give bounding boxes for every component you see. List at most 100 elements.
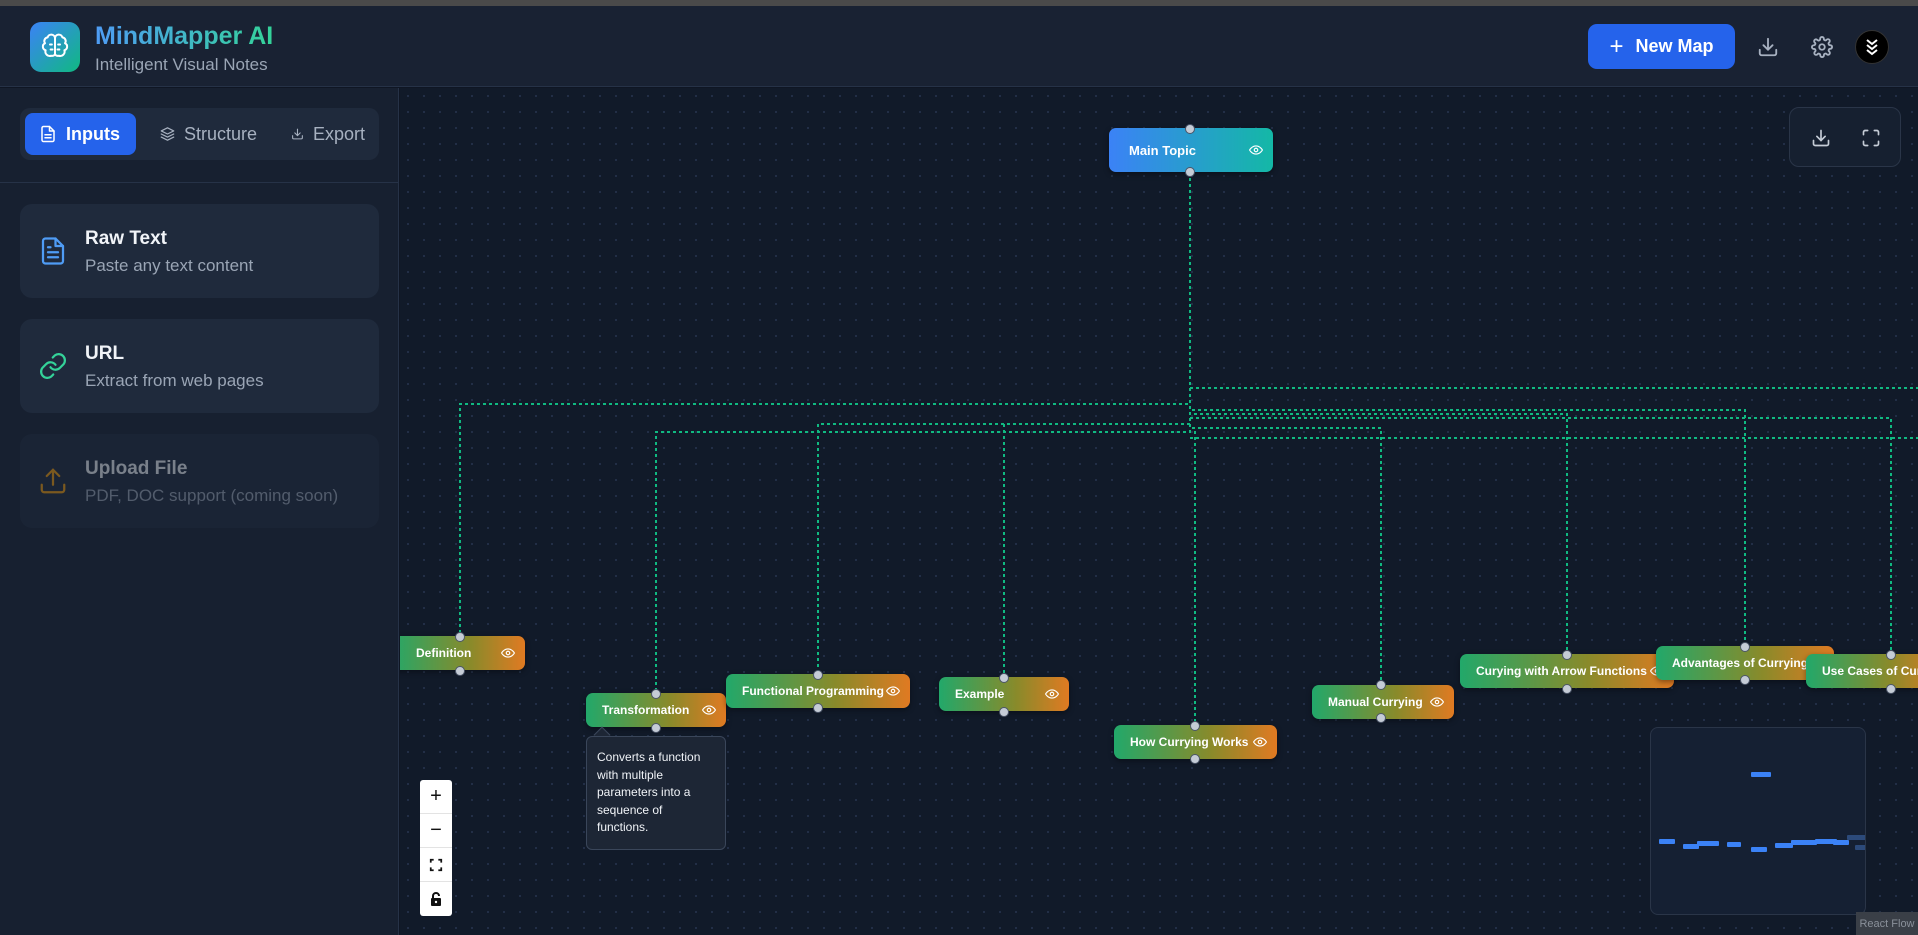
- node-handle[interactable]: [999, 707, 1009, 717]
- input-card-raw-text[interactable]: Raw Text Paste any text content: [20, 204, 379, 298]
- upload-icon: [40, 468, 66, 494]
- node-handle[interactable]: [1185, 167, 1195, 177]
- download-icon[interactable]: [1806, 123, 1836, 153]
- minimap[interactable]: [1650, 727, 1866, 915]
- card-title: URL: [85, 343, 125, 364]
- minimap-node: [1751, 847, 1767, 852]
- mindmap-canvas[interactable]: Main Topic Definition Transformation Fun…: [400, 88, 1918, 935]
- eye-icon[interactable]: [1249, 145, 1263, 155]
- plus-icon: +: [1609, 32, 1624, 60]
- node-handle[interactable]: [1562, 650, 1572, 660]
- sidebar-divider: [0, 182, 399, 183]
- input-card-url[interactable]: URL Extract from web pages: [20, 319, 379, 413]
- eye-icon[interactable]: [1045, 689, 1059, 699]
- eye-icon[interactable]: [702, 705, 716, 715]
- document-icon: [41, 237, 65, 265]
- node-handle[interactable]: [813, 703, 823, 713]
- node-label: Example: [955, 687, 1005, 701]
- app-header: MindMapper AI Intelligent Visual Notes +…: [0, 6, 1918, 87]
- edge-transformation: [655, 172, 1191, 696]
- plus-icon: +: [430, 785, 442, 807]
- node-handle[interactable]: [1190, 721, 1200, 731]
- user-avatar[interactable]: [1855, 30, 1889, 64]
- node-label: Main Topic: [1129, 142, 1196, 158]
- node-handle[interactable]: [1740, 675, 1750, 685]
- eye-icon[interactable]: [886, 686, 900, 696]
- fit-view-button[interactable]: [420, 848, 452, 882]
- edge-use-cases-drop: [1190, 417, 1892, 656]
- sidebar-tabs: Inputs Structure Export: [20, 108, 379, 160]
- node-label: Functional Programming: [742, 684, 885, 698]
- node-handle[interactable]: [455, 666, 465, 676]
- edge-manual-currying: [1189, 172, 1382, 684]
- node-label: Curying with Arrow Functions: [1476, 664, 1647, 678]
- eye-icon[interactable]: [1430, 697, 1444, 707]
- app-subtitle: Intelligent Visual Notes: [95, 55, 268, 74]
- eye-icon[interactable]: [1253, 737, 1267, 747]
- fullscreen-icon[interactable]: [1856, 123, 1886, 153]
- card-subtitle: PDF, DOC support (coming soon): [85, 486, 339, 505]
- edge-arrow-functions: [1189, 172, 1568, 656]
- edge-how-currying-works: [1189, 172, 1196, 726]
- tab-inputs[interactable]: Inputs: [25, 113, 136, 155]
- minimap-node: [1833, 840, 1849, 845]
- zoom-controls: + −: [420, 780, 452, 916]
- minimap-node: [1751, 772, 1771, 777]
- node-handle[interactable]: [999, 673, 1009, 683]
- node-handle[interactable]: [651, 723, 661, 733]
- node-handle[interactable]: [455, 632, 465, 642]
- lock-button[interactable]: [420, 882, 452, 916]
- new-map-button[interactable]: + New Map: [1588, 24, 1735, 69]
- node-label: Manual Currying: [1328, 695, 1423, 709]
- input-card-upload-file: Upload File PDF, DOC support (coming soo…: [20, 434, 379, 528]
- minimap-node: [1791, 840, 1817, 845]
- gear-icon[interactable]: [1807, 32, 1837, 62]
- node-main-topic[interactable]: Main Topic: [1109, 128, 1273, 172]
- node-tooltip: Converts a function with multiple parame…: [586, 736, 726, 850]
- node-label: Advantages of Currying: [1672, 656, 1809, 670]
- card-title: Raw Text: [85, 228, 168, 249]
- node-use-cases-of-curry[interactable]: Use Cases of Curry: [1806, 654, 1918, 688]
- node-handle[interactable]: [1376, 713, 1386, 723]
- card-subtitle: Paste any text content: [85, 256, 254, 275]
- brain-logo-icon: [30, 22, 80, 72]
- node-handle[interactable]: [1376, 680, 1386, 690]
- node-handle[interactable]: [813, 670, 823, 680]
- canvas-controls: [1789, 107, 1901, 167]
- zoom-in-button[interactable]: +: [420, 780, 452, 814]
- document-icon: [41, 125, 55, 143]
- download-icon: [292, 128, 303, 140]
- node-handle[interactable]: [1886, 650, 1896, 660]
- edge-advantages: [1189, 172, 1746, 648]
- layers-icon: [160, 127, 175, 141]
- lock-icon: [431, 892, 441, 906]
- minimap-node: [1659, 839, 1675, 844]
- node-label: Use Cases of Curry: [1822, 664, 1918, 678]
- link-icon: [40, 353, 66, 379]
- app-title: MindMapper AI: [95, 22, 274, 50]
- tab-export[interactable]: Export: [277, 113, 379, 155]
- tab-export-label: Export: [312, 123, 365, 144]
- node-handle[interactable]: [1886, 684, 1896, 694]
- minimap-node: [1847, 835, 1865, 840]
- edge-use-cases: [1189, 172, 1918, 439]
- node-label: Transformation: [602, 703, 690, 717]
- minus-icon: −: [430, 819, 442, 841]
- node-label: How Currying Works: [1130, 735, 1249, 749]
- tab-structure-label: Structure: [183, 123, 257, 144]
- download-icon[interactable]: [1753, 32, 1783, 62]
- node-handle[interactable]: [1740, 642, 1750, 652]
- new-map-label: New Map: [1635, 36, 1714, 56]
- tab-inputs-label: Inputs: [66, 123, 120, 144]
- node-handle[interactable]: [1185, 124, 1195, 134]
- node-handle[interactable]: [1190, 754, 1200, 764]
- edge-definition: [459, 172, 1191, 637]
- sidebar: Inputs Structure Export Raw Text Paste a…: [0, 88, 399, 935]
- react-flow-attribution[interactable]: React Flow: [1856, 912, 1918, 935]
- eye-icon[interactable]: [501, 648, 515, 658]
- zoom-out-button[interactable]: −: [420, 814, 452, 848]
- node-handle[interactable]: [651, 689, 661, 699]
- node-handle[interactable]: [1562, 684, 1572, 694]
- tab-structure[interactable]: Structure: [146, 113, 271, 155]
- node-label: Definition: [416, 646, 472, 660]
